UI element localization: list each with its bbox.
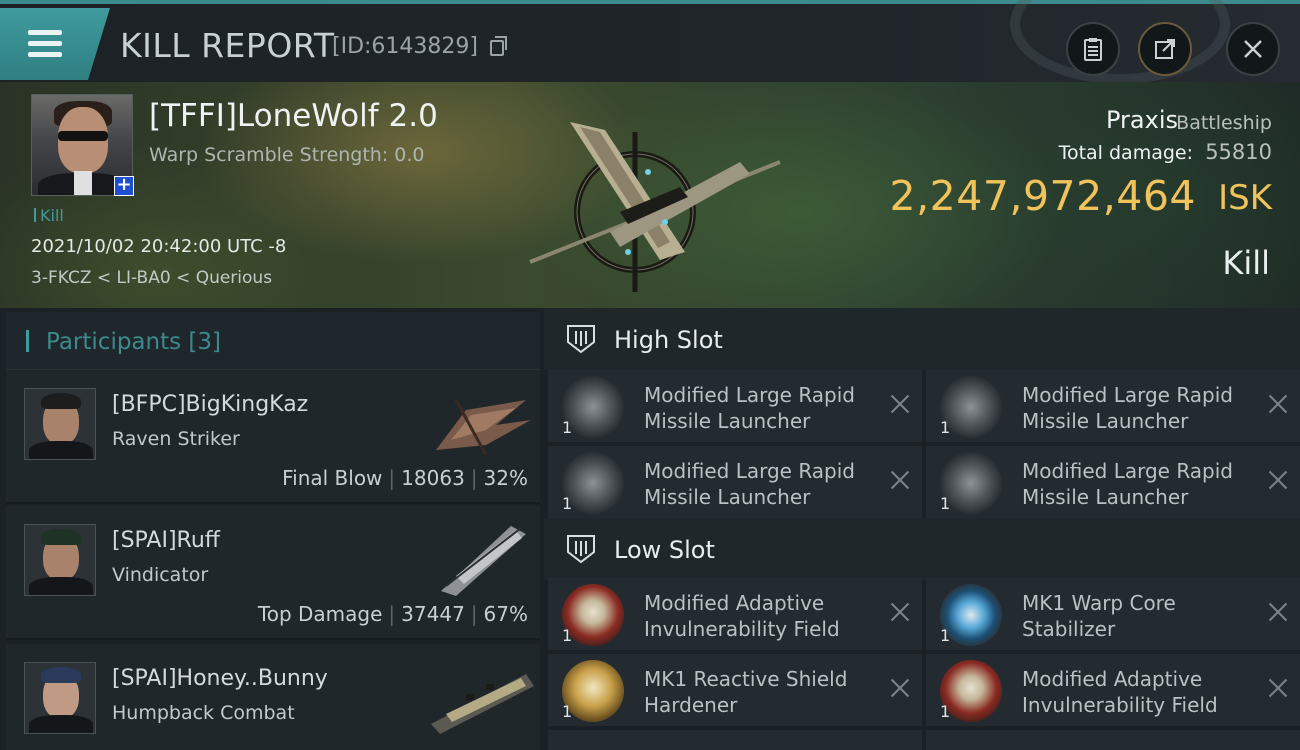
module-item-partial[interactable] (548, 730, 922, 750)
report-id: [ID:6143829] (332, 34, 478, 59)
participant-role: Top Damage (257, 602, 383, 626)
participant-name: [SPAI]Honey..Bunny (112, 666, 328, 691)
participant-name: [BFPC]BigKingKaz (112, 392, 309, 417)
top-bar: KILL REPORT [ID:6143829] (0, 0, 1300, 84)
menu-button[interactable] (0, 8, 110, 80)
destroyed-x-icon (888, 676, 912, 700)
high-slot-header: High Slot (544, 308, 1300, 370)
participant-avatar[interactable] (24, 662, 96, 734)
module-item[interactable]: 1 MK1 Warp Core Stabilizer (926, 578, 1300, 650)
participant-avatar[interactable] (24, 524, 96, 596)
warp-scramble-strength: Warp Scramble Strength: 0.0 (149, 144, 425, 166)
participant-ship: Humpback Combat (112, 702, 295, 724)
module-item[interactable]: 1 Modified Large Rapid Missile Launcher (926, 370, 1300, 442)
destroyed-x-icon (1266, 600, 1290, 624)
add-contact-icon[interactable]: + (114, 176, 134, 196)
module-name: Modified Large Rapid Missile Launcher (644, 383, 855, 433)
participant-row[interactable]: [SPAI]Ruff Vindicator Top Damage | 37447 | 6… (6, 506, 540, 640)
isk-value: 2,247,972,464 (889, 172, 1196, 220)
participant-ship-image (431, 674, 534, 734)
participant-avatar[interactable] (24, 388, 96, 460)
clipboard-icon (1084, 38, 1102, 61)
share-icon (1155, 39, 1175, 59)
module-item[interactable]: 1 Modified Large Rapid Missile Launcher (926, 446, 1300, 518)
module-item-partial[interactable] (926, 730, 1300, 750)
module-item[interactable]: 1 Modified Large Rapid Missile Launcher (548, 446, 922, 518)
report-result: Kill (1222, 244, 1270, 282)
total-damage-label: Total damage: (1058, 142, 1193, 164)
participant-ship: Vindicator (112, 564, 209, 586)
module-name: Modified Adaptive Invulnerability Field (644, 591, 840, 641)
menu-icon-line (28, 30, 62, 35)
kill-tag: Kill (34, 206, 64, 225)
low-slot-header: Low Slot (544, 518, 1300, 580)
destroyed-x-icon (888, 600, 912, 624)
victim-name: [TFFI]LoneWolf 2.0 (149, 98, 438, 134)
module-item[interactable]: 1 Modified Adaptive Invulnerability Fiel… (926, 654, 1300, 726)
fitting-panel: High Slot 1 Modified Large Rapid Missile… (544, 308, 1300, 750)
participant-row[interactable]: [BFPC]BigKingKaz Raven Striker Final Blo… (6, 370, 540, 504)
menu-icon-line (28, 52, 62, 57)
participant-damage: 37447 (401, 602, 465, 626)
participant-stats: Top Damage | 37447 | 67% (257, 602, 528, 626)
menu-icon-line (28, 41, 62, 46)
module-name: Modified Large Rapid Missile Launcher (1022, 383, 1233, 433)
kill-location[interactable]: 3-FKCZ < LI-BA0 < Querious (31, 268, 272, 288)
high-slot-icon (567, 325, 595, 354)
module-quantity: 1 (562, 626, 573, 645)
module-item[interactable]: 1 Modified Large Rapid Missile Launcher (548, 370, 922, 442)
module-quantity: 1 (940, 626, 951, 645)
participant-damage: 18063 (401, 466, 465, 490)
module-quantity: 1 (562, 702, 573, 721)
close-button[interactable] (1226, 22, 1280, 76)
share-button[interactable] (1138, 22, 1192, 76)
module-name: Modified Large Rapid Missile Launcher (644, 459, 855, 509)
destroyed-x-icon (888, 468, 912, 492)
module-quantity: 1 (562, 494, 573, 513)
module-name: MK1 Warp Core Stabilizer (1022, 591, 1176, 641)
low-slot-label: Low Slot (614, 536, 715, 564)
destroyed-x-icon (888, 392, 912, 416)
participant-ship-image (436, 399, 531, 456)
participants-panel: Participants [3] [BFPC]BigKingKaz Raven … (0, 308, 544, 750)
isk-unit: ISK (1218, 178, 1272, 218)
participant-row[interactable]: [SPAI]Honey..Bunny Humpback Combat (6, 644, 540, 750)
page-title: KILL REPORT (120, 26, 335, 65)
participants-header: Participants [3] (6, 312, 540, 370)
destroyed-x-icon (1266, 392, 1290, 416)
module-name: MK1 Reactive Shield Hardener (644, 667, 848, 717)
participant-role: Final Blow (282, 466, 383, 490)
high-slot-label: High Slot (614, 326, 723, 354)
participant-name: [SPAI]Ruff (112, 528, 220, 553)
participant-ship-image (441, 526, 526, 596)
destroyed-x-icon (1266, 468, 1290, 492)
victim-summary: + [TFFI]LoneWolf 2.0 Warp Scramble Stren… (0, 82, 1300, 308)
module-item[interactable]: 1 Modified Adaptive Invulnerability Fiel… (548, 578, 922, 650)
module-quantity: 1 (940, 702, 951, 721)
participant-ship: Raven Striker (112, 428, 240, 450)
participant-damage-percent: 32% (483, 466, 528, 490)
module-name: Modified Large Rapid Missile Launcher (1022, 459, 1233, 509)
kill-datetime: 2021/10/02 20:42:00 UTC -8 (31, 236, 287, 257)
participant-stats: Final Blow | 18063 | 32% (282, 466, 528, 490)
destroyed-x-icon (1266, 676, 1290, 700)
victim-ship-image[interactable] (510, 102, 790, 292)
clipboard-button[interactable] (1066, 22, 1120, 76)
close-icon (1244, 40, 1262, 58)
participant-damage-percent: 67% (483, 602, 528, 626)
background-ring-decoration (1010, 0, 1230, 84)
module-name: Modified Adaptive Invulnerability Field (1022, 667, 1218, 717)
participants-label: Participants [3] (46, 329, 221, 355)
module-quantity: 1 (940, 418, 951, 437)
module-item[interactable]: 1 MK1 Reactive Shield Hardener (548, 654, 922, 726)
low-slot-icon (567, 535, 595, 564)
victim-ship-name: Praxis (1106, 106, 1178, 134)
module-quantity: 1 (940, 494, 951, 513)
copy-icon[interactable] (490, 36, 507, 56)
module-quantity: 1 (562, 418, 573, 437)
victim-ship-class: Battleship (1176, 112, 1272, 134)
total-damage-value: 55810 (1205, 140, 1272, 164)
